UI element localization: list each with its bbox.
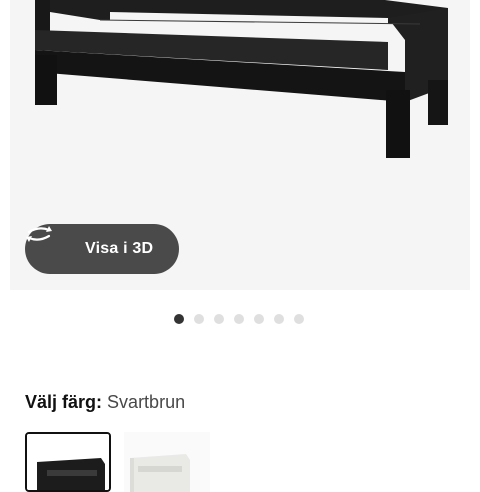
color-swatch-vit[interactable] [124, 432, 210, 492]
swatch-dark-bench-image [27, 434, 109, 490]
carousel-dots [174, 314, 304, 324]
color-swatch-svartbrun[interactable] [25, 432, 111, 492]
carousel-dot-5[interactable] [254, 314, 264, 324]
carousel-dot-2[interactable] [194, 314, 204, 324]
view-3d-label: Visa i 3D [85, 240, 154, 257]
color-label: Välj färg: [25, 392, 103, 412]
carousel-dot-7[interactable] [294, 314, 304, 324]
rotate-3d-icon [26, 226, 73, 259]
swatch-white-bench-image [124, 432, 210, 492]
color-selector-label: Välj färg: Svartbrun [25, 392, 185, 413]
carousel-dot-3[interactable] [214, 314, 224, 324]
carousel-dot-1[interactable] [174, 314, 184, 324]
selected-color: Svartbrun [107, 392, 186, 412]
view-3d-button[interactable]: Visa i 3D [25, 224, 179, 274]
carousel-dot-6[interactable] [274, 314, 284, 324]
product-image[interactable]: Visa i 3D [10, 0, 470, 290]
carousel-dot-4[interactable] [234, 314, 244, 324]
